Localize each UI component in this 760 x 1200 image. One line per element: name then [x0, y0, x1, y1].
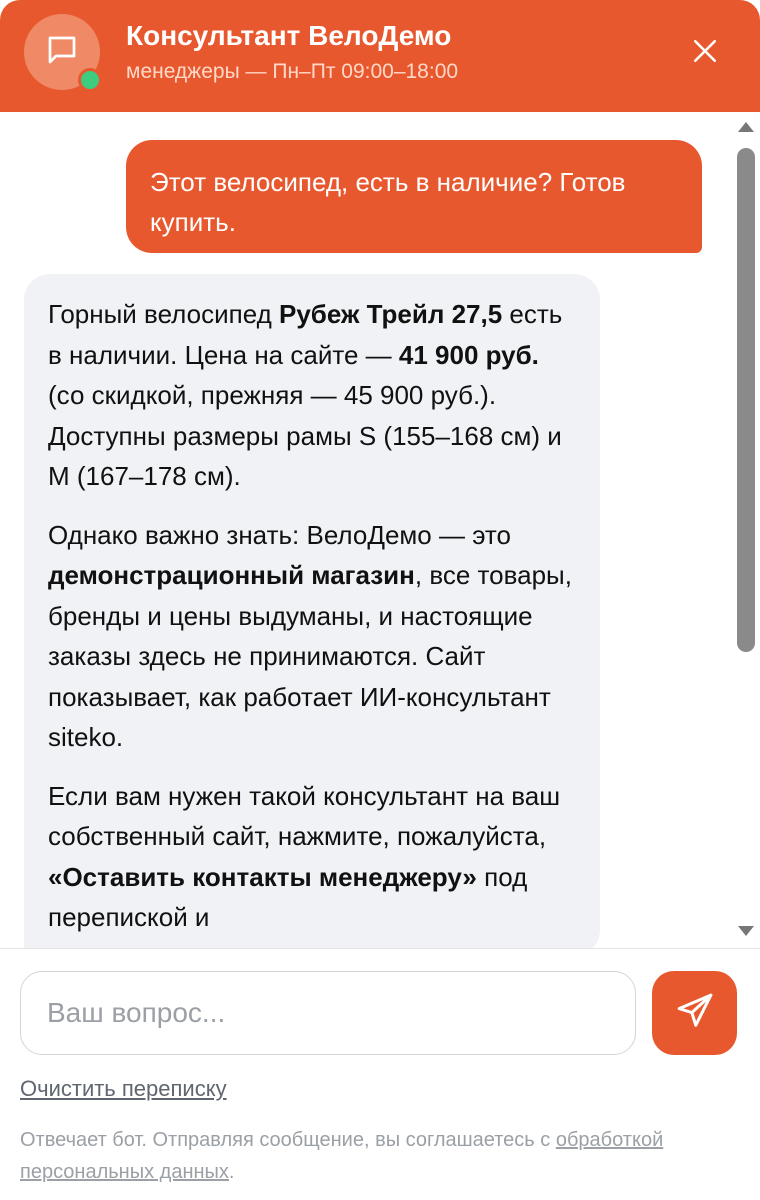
- bot-text: Если вам нужен такой консультант на ваш …: [48, 780, 561, 852]
- online-status-indicator: [78, 68, 102, 92]
- chat-widget: Консультант ВелоДемо менеджеры — Пн–Пт 0…: [0, 0, 760, 1200]
- bot-message: Горный велосипед Рубеж Трейл 27,5 есть в…: [24, 274, 600, 948]
- bot-paragraph-3: Если вам нужен такой консультант на ваш …: [48, 776, 576, 938]
- disclaimer: Отвечает бот. Отправляя сообщение, вы со…: [20, 1124, 740, 1188]
- close-button[interactable]: [682, 30, 728, 76]
- question-input[interactable]: [20, 971, 636, 1055]
- user-message-text: Этот велосипед, есть в наличие? Готов ку…: [150, 167, 626, 237]
- chat-header: Консультант ВелоДемо менеджеры — Пн–Пт 0…: [0, 0, 760, 112]
- product-price: 41 900 руб.: [398, 339, 539, 370]
- scroll-up-arrow-icon[interactable]: [737, 120, 755, 139]
- scrollbar-thumb[interactable]: [737, 148, 755, 652]
- disclaimer-end: .: [228, 1161, 235, 1183]
- bot-text: Горный велосипед: [48, 299, 279, 329]
- user-message: Этот велосипед, есть в наличие? Готов ку…: [126, 140, 702, 253]
- bot-paragraph-2: Однако важно знать: ВелоДемо — это демон…: [48, 515, 576, 758]
- bot-text: Однако важно знать: ВелоДемо — это: [48, 519, 511, 550]
- bot-emphasis: демонстрационный магазин: [48, 560, 415, 590]
- composer-divider: [0, 948, 760, 949]
- scrollbar[interactable]: [732, 112, 760, 948]
- close-icon: [692, 38, 718, 69]
- product-name: Рубеж Трейл 27,5: [278, 299, 503, 329]
- chat-bubble-icon: [44, 32, 80, 73]
- bot-emphasis: «Оставить контакты менеджеру»: [48, 861, 477, 892]
- message-list[interactable]: Этот велосипед, есть в наличие? Готов ку…: [0, 112, 730, 948]
- send-icon: [676, 992, 714, 1035]
- bot-text: (со скидкой, прежняя — 45 900 руб.). Дос…: [48, 380, 562, 491]
- send-button[interactable]: [652, 971, 737, 1055]
- clear-chat-link[interactable]: Очистить переписку: [20, 1076, 227, 1102]
- chat-title: Консультант ВелоДемо: [126, 20, 452, 51]
- disclaimer-text: Отвечает бот. Отправляя сообщение, вы со…: [20, 1129, 556, 1151]
- chat-subtitle: менеджеры — Пн–Пт 09:00–18:00: [126, 60, 459, 83]
- bot-paragraph-1: Горный велосипед Рубеж Трейл 27,5 есть в…: [48, 294, 576, 497]
- scroll-down-arrow-icon[interactable]: [737, 924, 755, 943]
